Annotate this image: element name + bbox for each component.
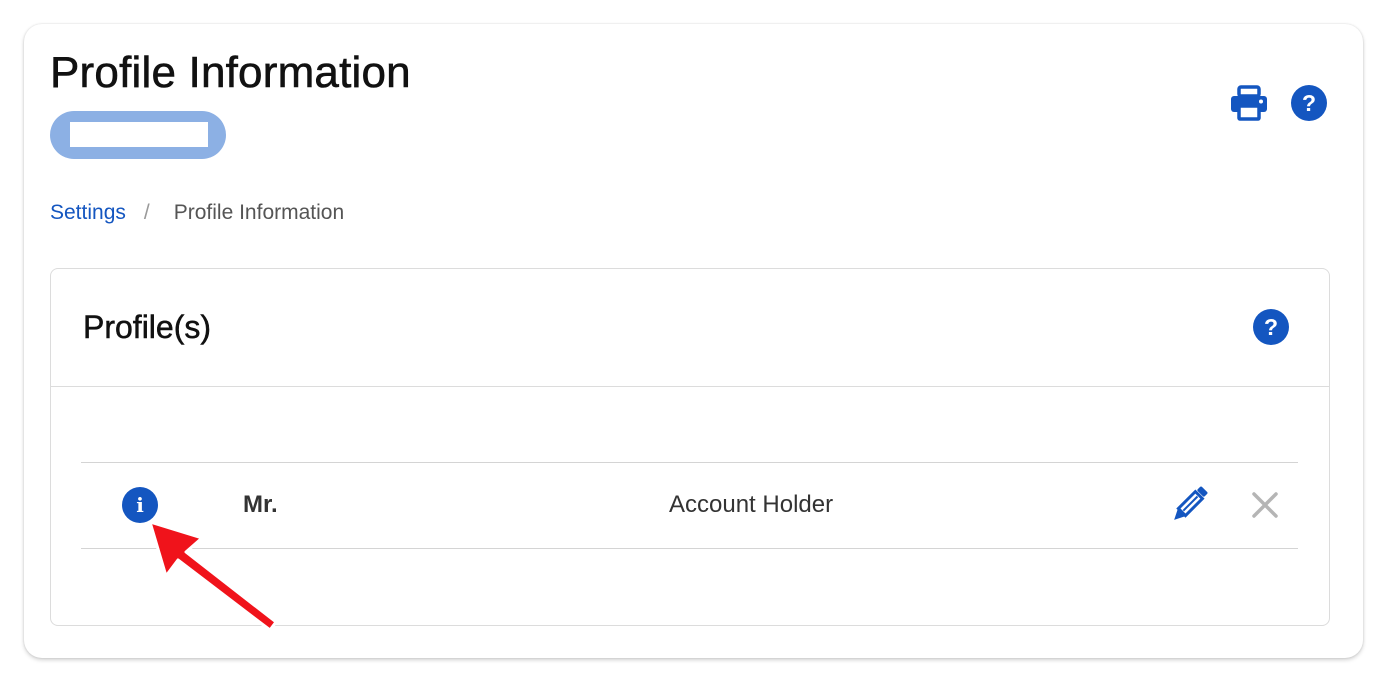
printer-icon bbox=[1231, 85, 1267, 121]
profile-role: Account Holder bbox=[669, 491, 834, 518]
profiles-panel: Profile(s) ? i Mr. Account Holder bbox=[50, 268, 1330, 626]
breadcrumb-current: Profile Information bbox=[173, 201, 345, 224]
breadcrumb-settings-link[interactable]: Settings bbox=[50, 201, 126, 225]
page-title: Profile Information bbox=[50, 48, 411, 98]
profile-salutation: Mr. bbox=[243, 491, 278, 518]
profiles-panel-header: Profile(s) ? bbox=[51, 269, 1329, 387]
delete-profile-button[interactable] bbox=[1249, 489, 1281, 521]
profiles-help-button[interactable]: ? bbox=[1253, 309, 1289, 345]
breadcrumb: Settings / Profile Information bbox=[50, 201, 344, 225]
edit-profile-button[interactable] bbox=[1169, 485, 1209, 525]
user-name-pill bbox=[50, 111, 226, 159]
top-actions: ? bbox=[1230, 84, 1328, 122]
question-circle-icon: ? bbox=[1253, 309, 1289, 345]
redacted-username bbox=[70, 122, 208, 147]
question-circle-icon: ? bbox=[1291, 85, 1327, 121]
info-circle-icon[interactable]: i bbox=[122, 487, 158, 523]
page-help-button[interactable]: ? bbox=[1290, 84, 1328, 122]
profiles-panel-title: Profile(s) bbox=[83, 309, 212, 346]
breadcrumb-separator: / bbox=[143, 201, 150, 224]
close-icon bbox=[1252, 492, 1278, 518]
pencil-icon bbox=[1174, 486, 1208, 520]
print-button[interactable] bbox=[1230, 84, 1268, 122]
profile-row: i Mr. Account Holder bbox=[81, 462, 1298, 549]
